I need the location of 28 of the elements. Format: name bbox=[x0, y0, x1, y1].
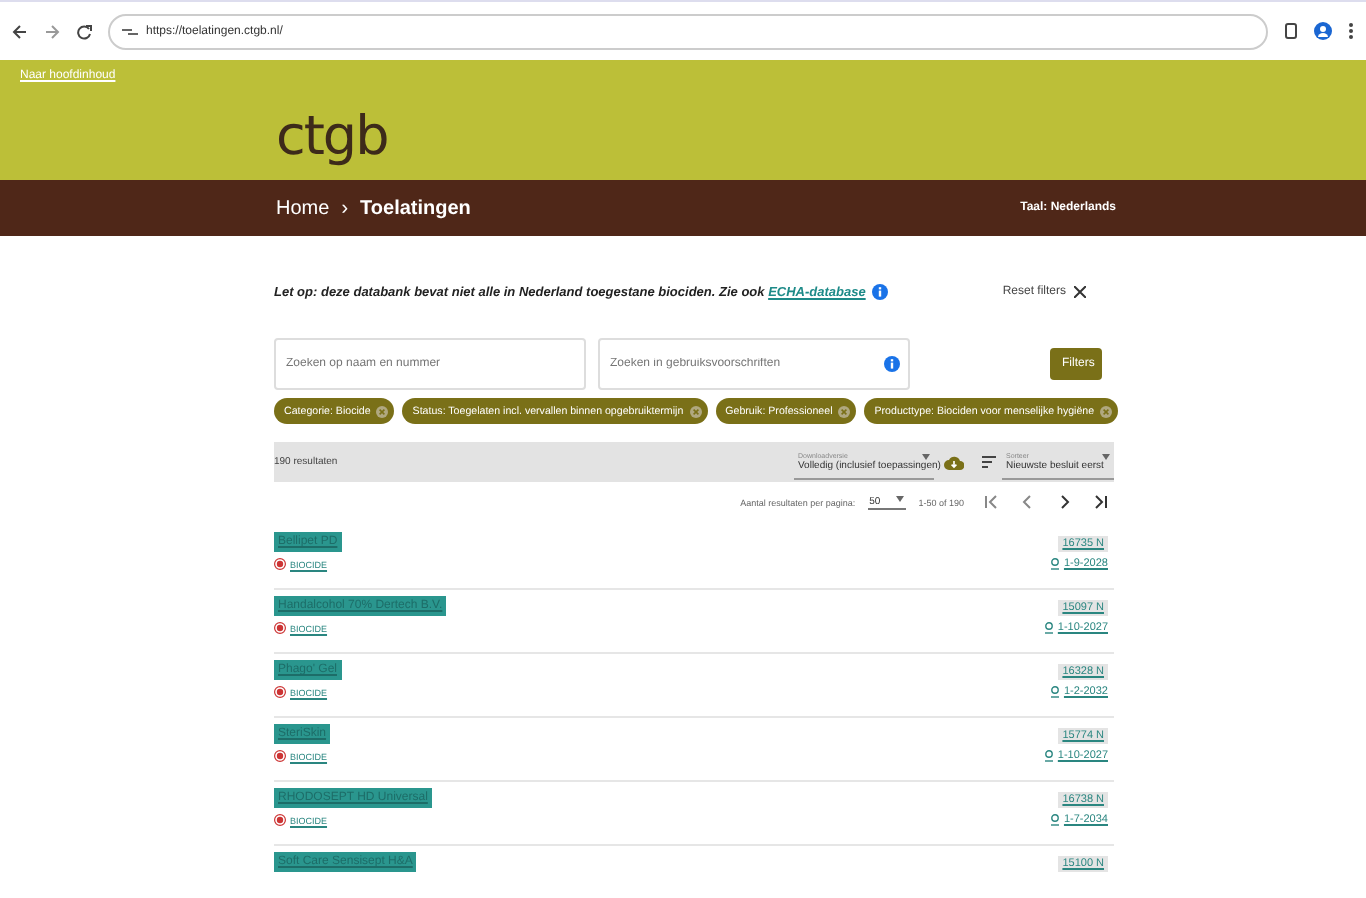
caret-icon bbox=[1102, 454, 1110, 460]
more-icon[interactable] bbox=[1348, 22, 1354, 40]
first-page-icon[interactable] bbox=[984, 494, 1000, 510]
reload-icon[interactable] bbox=[76, 23, 92, 39]
breadcrumb-link[interactable]: Home bbox=[276, 197, 330, 219]
next-page-icon[interactable] bbox=[1056, 494, 1072, 510]
close-icon bbox=[1074, 286, 1086, 298]
breadcrumb-current: Toelatingen bbox=[360, 197, 471, 219]
site-info-icon[interactable] bbox=[122, 25, 138, 37]
site-logo: ctgb bbox=[276, 106, 388, 168]
info-icon[interactable] bbox=[871, 284, 888, 300]
forward-icon[interactable] bbox=[44, 23, 60, 39]
profile-icon[interactable] bbox=[1314, 22, 1332, 40]
sort-icon[interactable] bbox=[982, 456, 996, 468]
caret-icon bbox=[896, 495, 905, 501]
biocide-icon bbox=[274, 750, 286, 762]
previous-page-icon[interactable] bbox=[1020, 494, 1036, 510]
biocide-icon bbox=[274, 686, 286, 698]
breadcrumb-separator: › bbox=[341, 197, 349, 219]
info-icon[interactable] bbox=[884, 356, 900, 372]
biocide-icon bbox=[274, 558, 286, 570]
last-page-icon[interactable] bbox=[1092, 494, 1108, 510]
copy-icon[interactable] bbox=[1284, 22, 1298, 40]
back-icon[interactable] bbox=[12, 23, 28, 39]
biocide-icon bbox=[274, 814, 286, 826]
cloud-download-icon[interactable] bbox=[944, 454, 964, 470]
caret-icon bbox=[922, 454, 930, 460]
biocide-icon bbox=[274, 622, 286, 634]
